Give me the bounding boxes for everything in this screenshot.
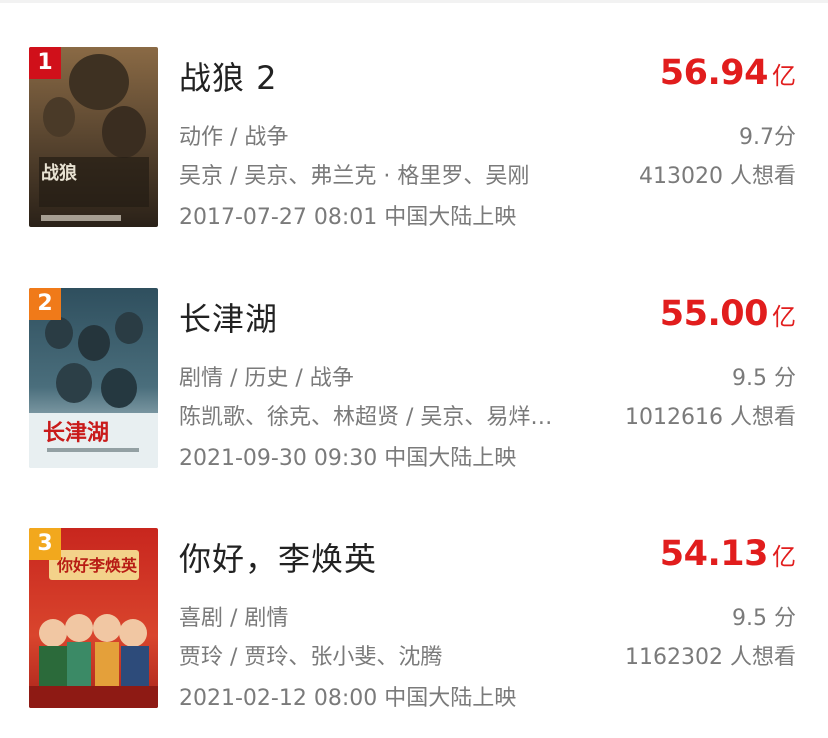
want-count: 1162302 人想看 <box>625 645 796 670</box>
rank-badge: 2 <box>29 288 61 320</box>
svg-text:战狼: 战狼 <box>41 162 78 184</box>
movie-item[interactable]: 战狼 1 战狼 2 56.94 亿 动作 / 战争 9.7分 吴京 / 吴京、弗兰… <box>0 47 828 237</box>
want-count: 413020 人想看 <box>639 164 796 189</box>
box-office-unit: 亿 <box>772 303 796 331</box>
movie-genre: 剧情 / 历史 / 战争 <box>179 366 354 391</box>
top-divider <box>0 0 828 3</box>
box-office-value: 54.13 <box>659 534 769 574</box>
movie-title[interactable]: 长津湖 <box>179 294 278 340</box>
movie-cast: 陈凯歌、徐克、林超贤 / 吴京、易烊… <box>179 405 553 430</box>
movie-genre: 动作 / 战争 <box>179 125 289 150</box>
box-office: 54.13 亿 <box>660 534 796 574</box>
want-count: 1012616 人想看 <box>625 405 796 430</box>
release-date: 2021-02-12 08:00 中国大陆上映 <box>179 686 517 711</box>
movie-score: 9.5 分 <box>732 606 796 631</box>
box-office-unit: 亿 <box>772 62 796 90</box>
box-office-value: 55.00 <box>659 294 769 334</box>
svg-text:长津湖: 长津湖 <box>43 420 109 446</box>
movie-item[interactable]: 你好李焕英 3 你好，李焕英 54.13 亿 喜剧 / 剧情 9.5 分 贾玲 /… <box>0 528 828 718</box>
box-office: 55.00 亿 <box>660 294 796 334</box>
movie-title[interactable]: 你好，李焕英 <box>179 534 377 580</box>
release-date: 2021-09-30 09:30 中国大陆上映 <box>179 446 517 471</box>
movie-cast: 吴京 / 吴京、弗兰克 · 格里罗、吴刚 <box>179 164 530 189</box>
box-office: 56.94 亿 <box>660 53 796 93</box>
release-date: 2017-07-27 08:01 中国大陆上映 <box>179 205 517 230</box>
movie-poster[interactable]: 战狼 1 <box>29 47 158 227</box>
movie-score: 9.7分 <box>739 125 796 150</box>
movie-item[interactable]: 长津湖 2 长津湖 55.00 亿 剧情 / 历史 / 战争 9.5 分 陈凯歌、… <box>0 288 828 478</box>
movie-score: 9.5 分 <box>732 366 796 391</box>
rank-badge: 1 <box>29 47 61 79</box>
movie-poster[interactable]: 长津湖 2 <box>29 288 158 468</box>
box-office-unit: 亿 <box>772 543 796 571</box>
svg-text:你好李焕英: 你好李焕英 <box>56 556 138 575</box>
movie-poster[interactable]: 你好李焕英 3 <box>29 528 158 708</box>
rank-badge: 3 <box>29 528 61 560</box>
movie-title[interactable]: 战狼 2 <box>179 53 278 99</box>
movie-cast: 贾玲 / 贾玲、张小斐、沈腾 <box>179 645 443 670</box>
box-office-value: 56.94 <box>659 53 769 93</box>
movie-genre: 喜剧 / 剧情 <box>179 606 289 631</box>
